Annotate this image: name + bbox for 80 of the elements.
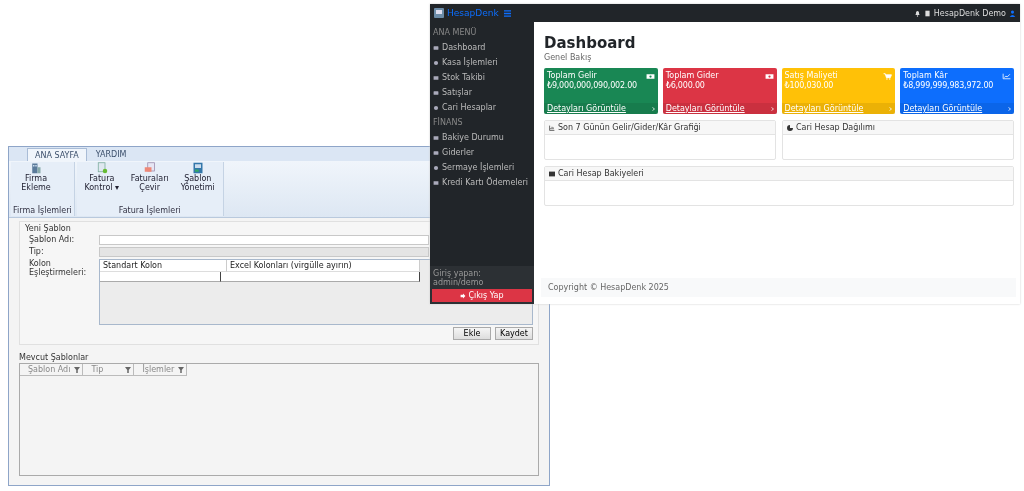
ribbon-tab[interactable]: ANA SAYFA (27, 148, 87, 161)
group-title: Yeni Şablon (25, 224, 72, 233)
ribbon-button[interactable]: Faturaları Çevir (126, 162, 173, 193)
menu-item-icon (433, 164, 439, 171)
column-header[interactable]: İşlemler (134, 364, 188, 376)
page-subtitle: Genel Bakış (544, 53, 593, 62)
card-label: Satış Maliyeti (784, 71, 838, 80)
card-label: Toplam Gelir (547, 71, 598, 80)
copyright-text: Copyright © HesapDenk 2025 (548, 283, 669, 292)
text-field[interactable] (99, 235, 429, 245)
chevron-icon[interactable] (770, 106, 774, 111)
field-label: Tip: (28, 247, 45, 256)
card-value: ₺9,000,000,090,002.00 (547, 81, 637, 90)
card-label: Toplam Kâr (903, 71, 949, 80)
cart-icon (883, 73, 893, 80)
sidebar-item[interactable]: Dashboard (430, 40, 534, 55)
ribbon-button[interactable]: Fatura Kontrol ▾ (78, 162, 125, 193)
chevron-icon[interactable] (1008, 106, 1011, 111)
ribbon-button[interactable]: Şablon Yönetimi (174, 162, 221, 193)
menu-item-icon (433, 44, 439, 51)
table-icon (549, 170, 555, 177)
menu-item-icon (433, 149, 439, 156)
sidebar-heading: FİNANS (432, 116, 464, 129)
filter-icon[interactable] (178, 366, 185, 373)
ribbon-tab[interactable]: YARDIM (88, 148, 134, 161)
section-title: Mevcut Şablonlar (19, 353, 90, 362)
form-button[interactable]: Kaydet (495, 327, 533, 340)
chart-icon (549, 124, 555, 131)
grid-cell[interactable] (221, 272, 420, 282)
sidebar-item[interactable]: Stok Takibi (430, 70, 534, 85)
pie-chart-icon (787, 124, 793, 131)
grid-cell[interactable] (100, 272, 221, 282)
menu-item-icon (433, 179, 439, 186)
panel-title: Cari Hesap Dağılımı (796, 123, 875, 132)
chevron-icon[interactable] (889, 106, 893, 111)
logout-icon (460, 292, 467, 299)
panel-title: Son 7 Günün Gelir/Gider/Kâr Grafiği (558, 123, 701, 132)
sidebar-item[interactable]: Cari Hesaplar (430, 100, 534, 115)
banknote-icon (645, 73, 655, 80)
sidebar-item[interactable]: Sermaye İşlemleri (430, 160, 534, 175)
ribbon-group-label: Fatura İşlemleri (117, 206, 182, 216)
menu-item-icon (433, 74, 439, 81)
form-button[interactable]: Ekle (453, 327, 491, 340)
page-title: Dashboard (544, 34, 637, 52)
login-user: admin/demo (432, 278, 485, 287)
column-header[interactable]: Standart Kolon (100, 260, 227, 272)
panel-title: Cari Hesap Bakiyeleri (558, 169, 644, 178)
chart-icon (1002, 73, 1011, 80)
card-value: ₺8,999,999,983,972.00 (903, 81, 994, 90)
card-label: Toplam Gider (665, 71, 719, 80)
card-value: ₺100,030.00 (784, 81, 835, 90)
logo-icon (434, 8, 444, 18)
ribbon-group-label: Firma İşlemleri (13, 206, 72, 216)
sidebar-item[interactable]: Bakiye Durumu (430, 130, 534, 145)
sidebar-item[interactable]: Kredi Kartı Ödemeleri (430, 175, 534, 190)
user-icon[interactable] (1009, 9, 1016, 17)
dropdown-field[interactable] (99, 247, 429, 257)
field-label: Kolon Eşleştirmeleri: (28, 259, 88, 277)
menu-item-icon (433, 134, 439, 141)
menu-item-icon (433, 104, 439, 111)
ribbon-button[interactable]: Firma Ekleme (13, 162, 59, 193)
menu-item-icon (433, 89, 439, 96)
login-label: Giriş yapan: (432, 269, 482, 278)
field-label: Şablon Adı: (28, 235, 76, 244)
menu-icon[interactable] (503, 9, 511, 17)
sidebar-item[interactable]: Satışlar (430, 85, 534, 100)
sidebar-item[interactable]: Kasa İşlemleri (430, 55, 534, 70)
user-name[interactable]: HesapDenk Demo (933, 8, 1006, 18)
bell-icon[interactable] (913, 9, 921, 17)
filter-icon[interactable] (74, 366, 81, 373)
banknote-icon (764, 73, 774, 80)
sidebar-heading: ANA MENÜ (432, 26, 478, 39)
menu-item-icon (433, 59, 439, 66)
brand-name[interactable]: HesapDenk (447, 8, 499, 18)
chevron-icon[interactable] (651, 106, 655, 111)
sidebar-item[interactable]: Giderler (430, 145, 534, 160)
logout-button[interactable]: Çıkış Yap (432, 289, 532, 302)
column-header[interactable]: Excel Kolonları (virgülle ayırın) (227, 260, 420, 272)
card-value: ₺6,000.00 (665, 81, 706, 90)
filter-icon[interactable] (125, 366, 132, 373)
